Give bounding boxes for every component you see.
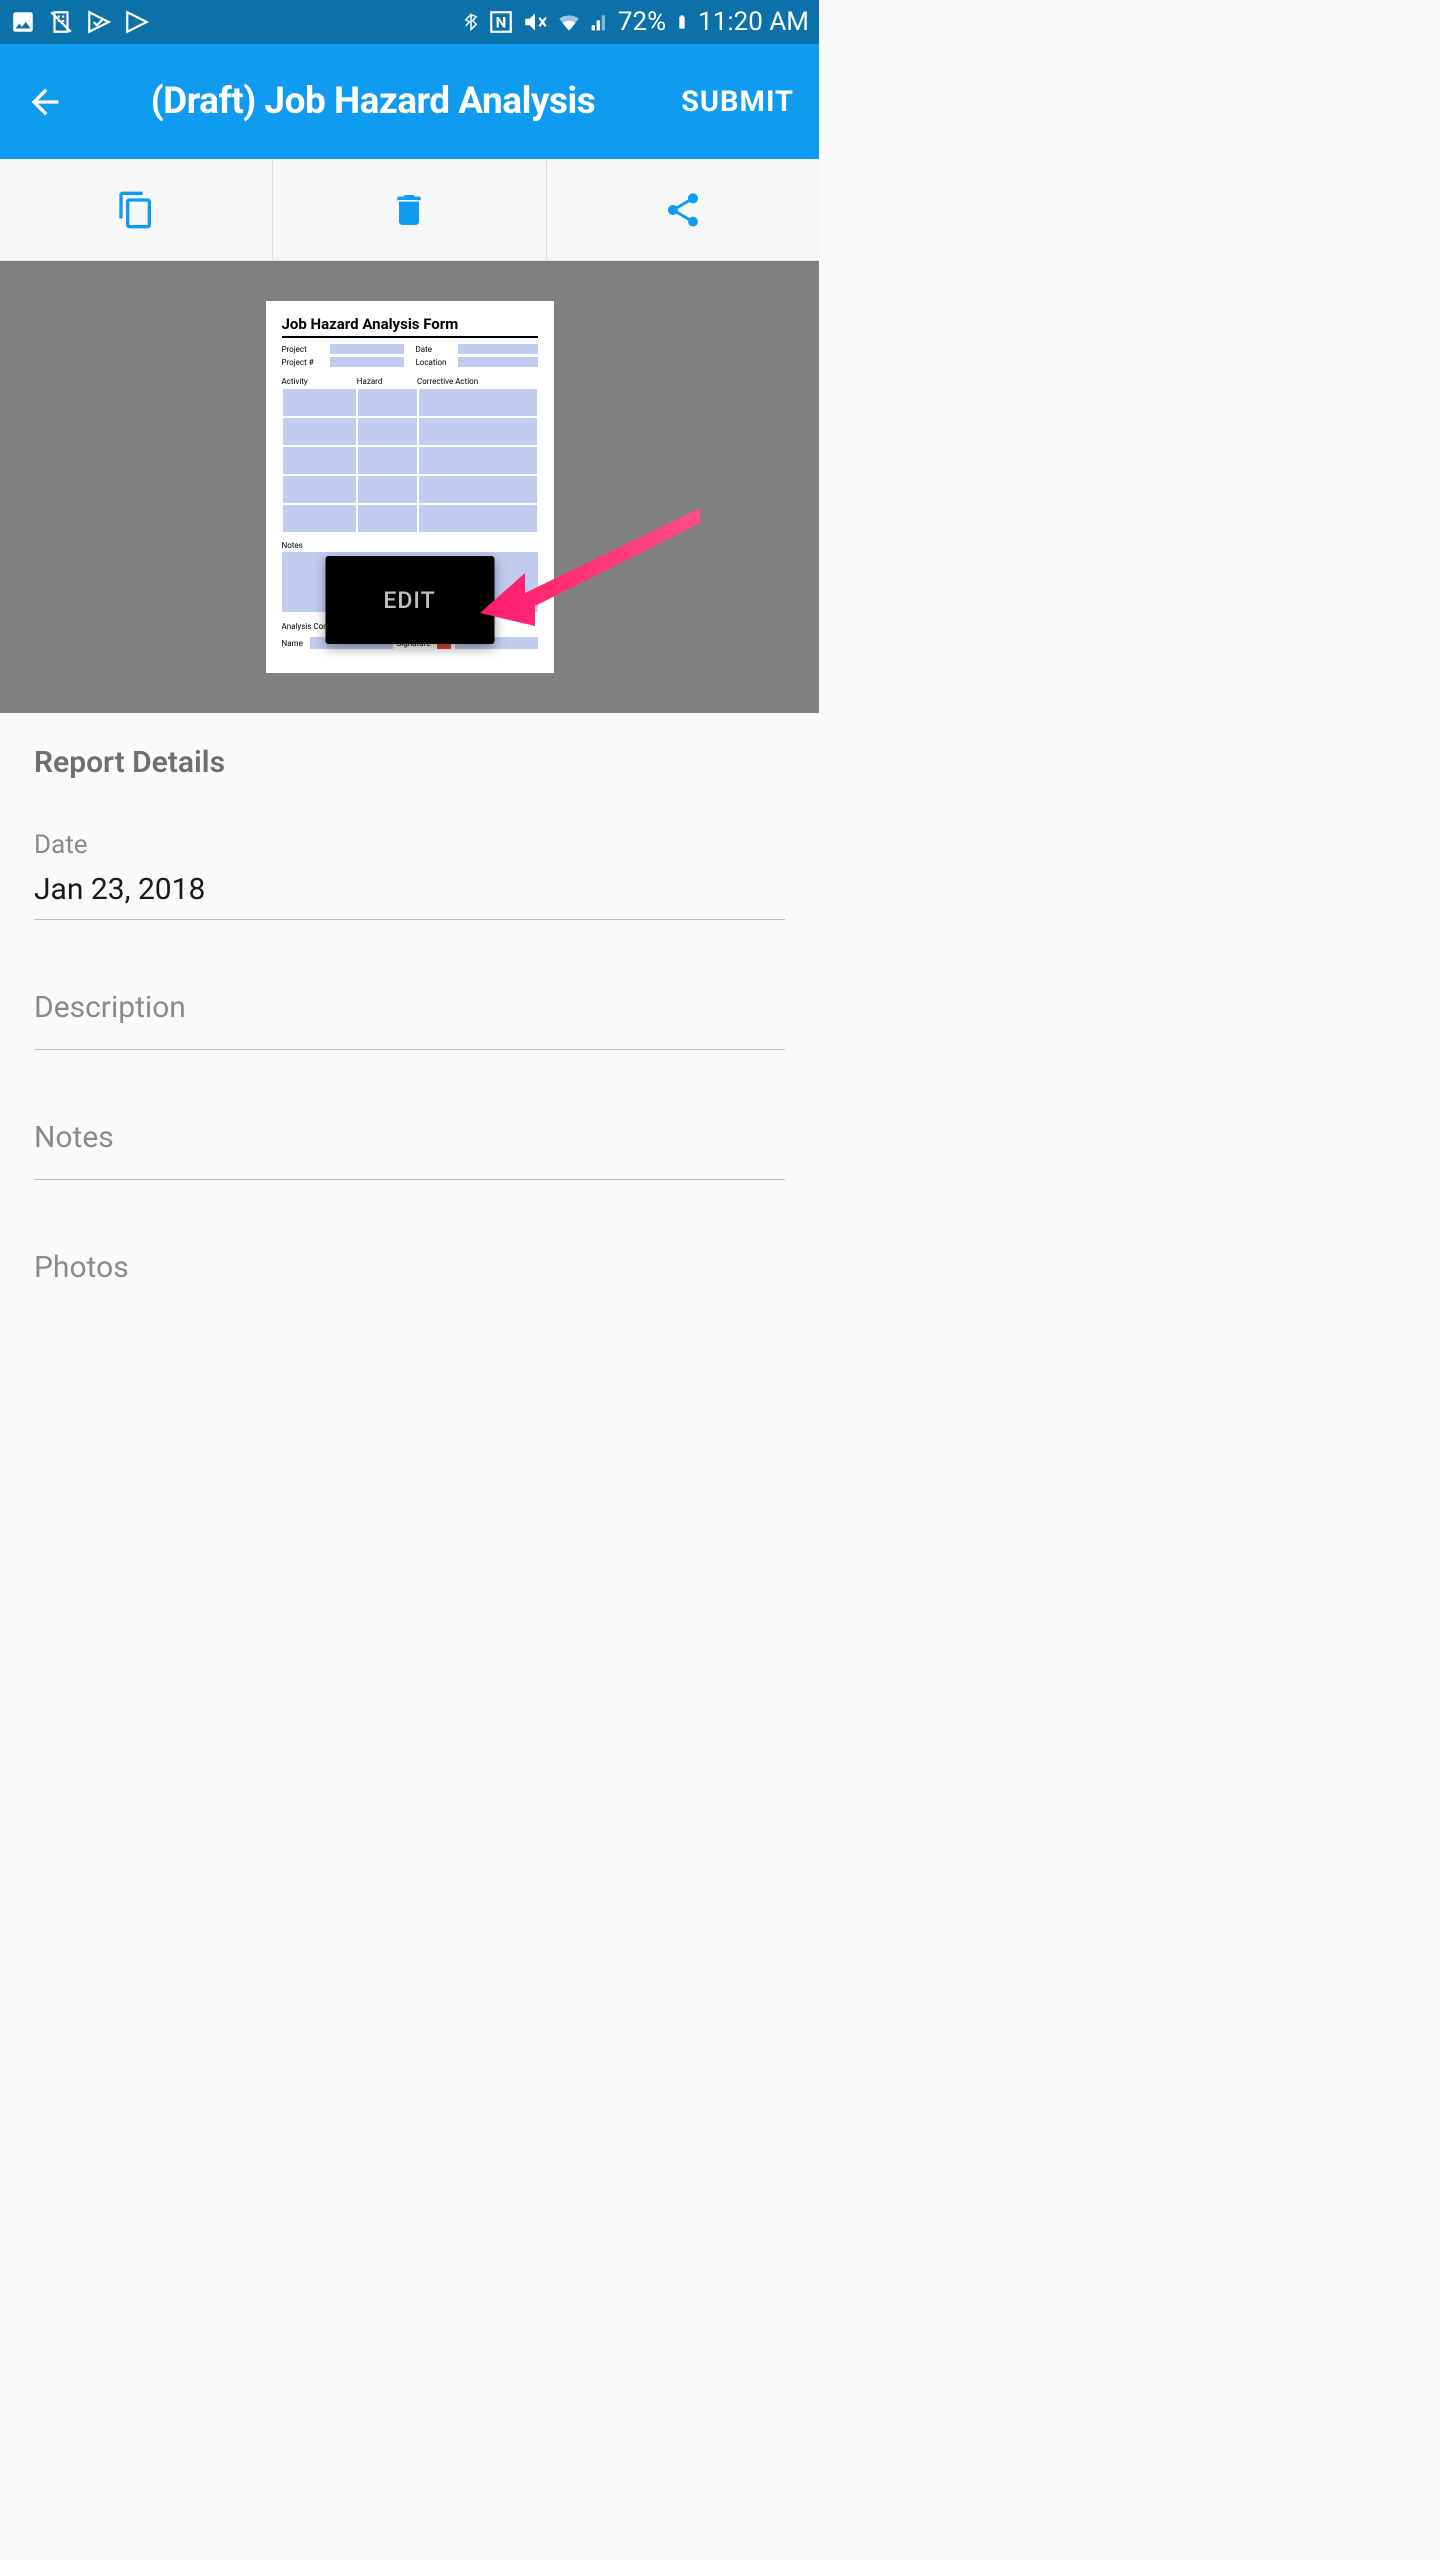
battery-percent: 72% xyxy=(618,7,666,37)
image-icon xyxy=(10,9,36,35)
description-label: Description xyxy=(34,990,785,1037)
date-field[interactable]: Date Jan 23, 2018 xyxy=(34,830,785,920)
photos-label: Photos xyxy=(34,1250,785,1297)
date-value: Jan 23, 2018 xyxy=(34,872,785,919)
wifi-icon xyxy=(556,9,582,35)
battery-icon xyxy=(674,9,690,35)
date-label: Date xyxy=(34,830,785,860)
notes-field[interactable]: Notes xyxy=(34,1120,785,1180)
bluetooth-icon xyxy=(462,9,480,35)
notes-label: Notes xyxy=(34,1120,785,1167)
signal-icon xyxy=(590,9,610,35)
edit-button[interactable]: EDIT xyxy=(325,556,494,644)
page-title: (Draft) Job Hazard Analysis xyxy=(70,80,676,123)
trash-icon xyxy=(389,190,429,230)
arrow-left-icon xyxy=(25,82,65,122)
photos-field[interactable]: Photos xyxy=(34,1250,785,1297)
delete-button[interactable] xyxy=(273,159,546,260)
play-check-icon xyxy=(86,9,112,35)
play-store-icon xyxy=(124,9,150,35)
submit-button[interactable]: SUBMIT xyxy=(676,75,799,129)
action-bar xyxy=(0,159,819,261)
nfc-icon: N xyxy=(488,9,514,35)
app-bar: (Draft) Job Hazard Analysis SUBMIT xyxy=(0,44,819,159)
form-preview-thumbnail[interactable]: Job Hazard Analysis Form Project Date Pr… xyxy=(266,301,554,673)
mute-icon xyxy=(522,9,548,35)
report-details-section: Report Details Date Jan 23, 2018 Descrip… xyxy=(0,713,819,1399)
description-field[interactable]: Description xyxy=(34,990,785,1050)
share-button[interactable] xyxy=(547,159,819,260)
preview-area: Job Hazard Analysis Form Project Date Pr… xyxy=(0,261,819,713)
svg-text:N: N xyxy=(496,13,507,31)
form-title: Job Hazard Analysis Form xyxy=(282,315,538,333)
status-bar: N 72% 11:20 AM xyxy=(0,0,819,44)
share-icon xyxy=(663,190,703,230)
copy-icon xyxy=(116,190,156,230)
status-left-icons xyxy=(10,9,150,35)
back-button[interactable] xyxy=(20,77,70,127)
copy-button[interactable] xyxy=(0,159,273,260)
sim-icon xyxy=(48,9,74,35)
status-right: N 72% 11:20 AM xyxy=(462,7,809,37)
section-title: Report Details xyxy=(34,745,785,780)
clock-time: 11:20 AM xyxy=(698,7,809,37)
